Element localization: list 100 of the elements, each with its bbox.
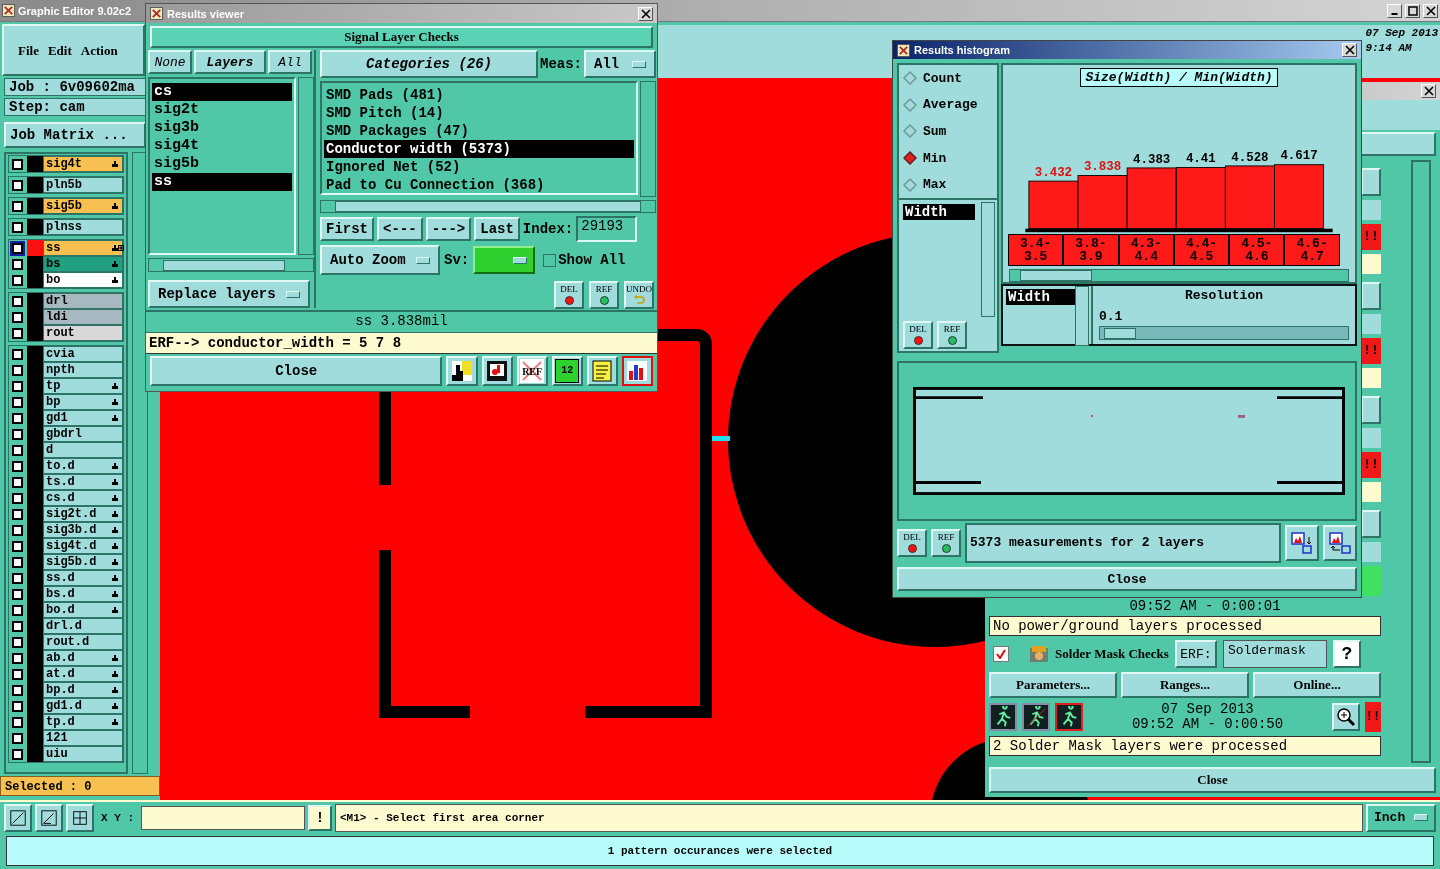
layer-name[interactable]: gd1.d bbox=[43, 698, 123, 714]
close-button[interactable]: Close bbox=[989, 767, 1436, 793]
category-list-item[interactable]: Pad to Cu Connection (368) bbox=[324, 176, 634, 194]
zoom-button[interactable] bbox=[1361, 510, 1381, 538]
layer-checkbox[interactable] bbox=[12, 684, 23, 696]
layer-checkbox[interactable] bbox=[12, 460, 23, 472]
layer-name[interactable]: cvia bbox=[43, 346, 123, 362]
show-all-checkbox[interactable] bbox=[543, 253, 557, 267]
category-list-item[interactable]: Conductor width (5373) bbox=[324, 140, 634, 158]
layer-name[interactable]: bp.d bbox=[43, 682, 123, 698]
layer-name[interactable]: bp bbox=[43, 394, 123, 410]
run-button[interactable] bbox=[1055, 703, 1083, 731]
radio-button[interactable] bbox=[903, 71, 917, 86]
scrollbar[interactable] bbox=[1009, 269, 1349, 282]
layer-name[interactable]: npth bbox=[43, 362, 123, 378]
category-list-item[interactable]: SMD Pitch (14) bbox=[324, 104, 634, 122]
help-button[interactable]: ? bbox=[1332, 640, 1361, 668]
delete-button[interactable]: DEL bbox=[554, 281, 584, 309]
layer-checkbox[interactable] bbox=[12, 221, 23, 233]
layer-name[interactable]: rout.d bbox=[43, 634, 123, 650]
scrollbar[interactable] bbox=[1075, 286, 1089, 346]
layer-checkbox[interactable] bbox=[12, 476, 23, 488]
figure-tool-button[interactable] bbox=[446, 356, 478, 386]
job-matrix-button[interactable]: Job Matrix ... bbox=[4, 122, 146, 148]
layer-name[interactable]: sig4t bbox=[43, 156, 123, 172]
layer-checkbox[interactable] bbox=[12, 556, 23, 568]
layer-name[interactable]: ss bbox=[43, 240, 123, 256]
navigation-button[interactable]: Last bbox=[474, 217, 520, 241]
layer-name[interactable]: sig5b.d bbox=[43, 554, 123, 570]
layer-checkbox[interactable] bbox=[12, 295, 23, 307]
layer-name[interactable]: sig4t.d bbox=[43, 538, 123, 554]
layer-name[interactable]: gd1 bbox=[43, 410, 123, 426]
layer-checkbox[interactable] bbox=[12, 348, 23, 360]
delete-button[interactable]: DEL bbox=[903, 321, 933, 349]
layer-list-item[interactable]: sig2t bbox=[152, 101, 292, 119]
radio-button[interactable] bbox=[903, 177, 917, 192]
layer-checkbox[interactable] bbox=[12, 412, 23, 424]
layer-checkbox[interactable] bbox=[12, 620, 23, 632]
layer-checkbox[interactable] bbox=[12, 396, 23, 408]
layer-list-item[interactable]: sig5b bbox=[152, 155, 292, 173]
zoom-area-button[interactable] bbox=[4, 803, 32, 832]
layer-checkbox[interactable] bbox=[12, 258, 23, 270]
layer-checkbox[interactable] bbox=[12, 748, 23, 760]
menu-item[interactable]: Edit bbox=[47, 43, 72, 59]
coordinates-field[interactable] bbox=[141, 805, 305, 830]
layer-checkbox[interactable] bbox=[12, 327, 23, 339]
layer-checkbox[interactable] bbox=[12, 158, 23, 170]
maximize-button[interactable] bbox=[1405, 3, 1420, 18]
close-button[interactable] bbox=[1423, 3, 1438, 18]
layer-checkbox[interactable] bbox=[12, 444, 23, 456]
layer-checkbox[interactable] bbox=[12, 716, 23, 728]
record-tool-button[interactable] bbox=[481, 356, 513, 386]
layer-name[interactable]: tp bbox=[43, 378, 123, 394]
close-button[interactable] bbox=[1421, 84, 1436, 98]
alert-button[interactable]: ! bbox=[308, 804, 332, 831]
navigation-button[interactable]: ---> bbox=[425, 217, 472, 241]
slider-thumb[interactable] bbox=[1104, 328, 1137, 339]
navigation-button[interactable]: <--- bbox=[377, 217, 423, 241]
attribute-list-item[interactable]: Width bbox=[903, 203, 975, 220]
erf-field[interactable]: Soldermask bbox=[1222, 640, 1327, 668]
layer-filter-button[interactable]: None bbox=[148, 50, 192, 74]
zoom-button[interactable] bbox=[1332, 703, 1360, 731]
close-button[interactable] bbox=[1342, 43, 1357, 57]
reference-button[interactable]: REF bbox=[589, 281, 619, 309]
menu-item[interactable]: Action bbox=[80, 43, 118, 59]
minimize-button[interactable] bbox=[1387, 3, 1402, 18]
attribute-list-item[interactable]: Width bbox=[1006, 289, 1078, 305]
layer-name[interactable]: tp.d bbox=[43, 714, 123, 730]
layer-checkbox[interactable] bbox=[12, 604, 23, 616]
export-chart-button[interactable] bbox=[1285, 525, 1319, 561]
layer-checkbox[interactable] bbox=[12, 492, 23, 504]
layer-checkbox[interactable] bbox=[12, 508, 23, 520]
erf-button[interactable]: ERF: bbox=[1174, 640, 1217, 668]
check-option-button[interactable]: Parameters... bbox=[989, 672, 1117, 698]
scrollbar[interactable] bbox=[640, 81, 656, 197]
category-list-item[interactable]: SMD Pads (481) bbox=[324, 86, 634, 104]
layer-name[interactable]: sig2t.d bbox=[43, 506, 123, 522]
layer-name[interactable]: ldi bbox=[43, 309, 123, 325]
layer-checkbox[interactable] bbox=[12, 732, 23, 744]
close-button[interactable] bbox=[638, 6, 653, 21]
notes-tool-button[interactable] bbox=[586, 356, 618, 386]
layer-name[interactable]: at.d bbox=[43, 666, 123, 682]
layer-list-item[interactable]: sig4t bbox=[152, 137, 292, 155]
layer-name[interactable]: bs.d bbox=[43, 586, 123, 602]
zoom-button[interactable] bbox=[1361, 168, 1381, 196]
zoom-button[interactable] bbox=[1361, 396, 1381, 424]
layer-name[interactable]: bs bbox=[43, 256, 123, 272]
import-chart-button[interactable] bbox=[1323, 525, 1357, 561]
layer-checkbox[interactable] bbox=[12, 428, 23, 440]
scrollbar[interactable] bbox=[148, 258, 314, 272]
layer-checkbox[interactable] bbox=[12, 380, 23, 392]
reference-button[interactable]: REF bbox=[937, 321, 967, 349]
severity-dropdown[interactable] bbox=[473, 246, 536, 274]
layer-checkbox[interactable] bbox=[12, 572, 23, 584]
layer-name[interactable]: d bbox=[43, 442, 123, 458]
layer-filter-button[interactable]: Layers bbox=[194, 50, 266, 74]
navigation-button[interactable]: First bbox=[320, 217, 374, 241]
radio-button[interactable] bbox=[903, 151, 917, 165]
check-option-button[interactable]: Ranges... bbox=[1121, 672, 1249, 698]
layer-name[interactable]: bo.d bbox=[43, 602, 123, 618]
